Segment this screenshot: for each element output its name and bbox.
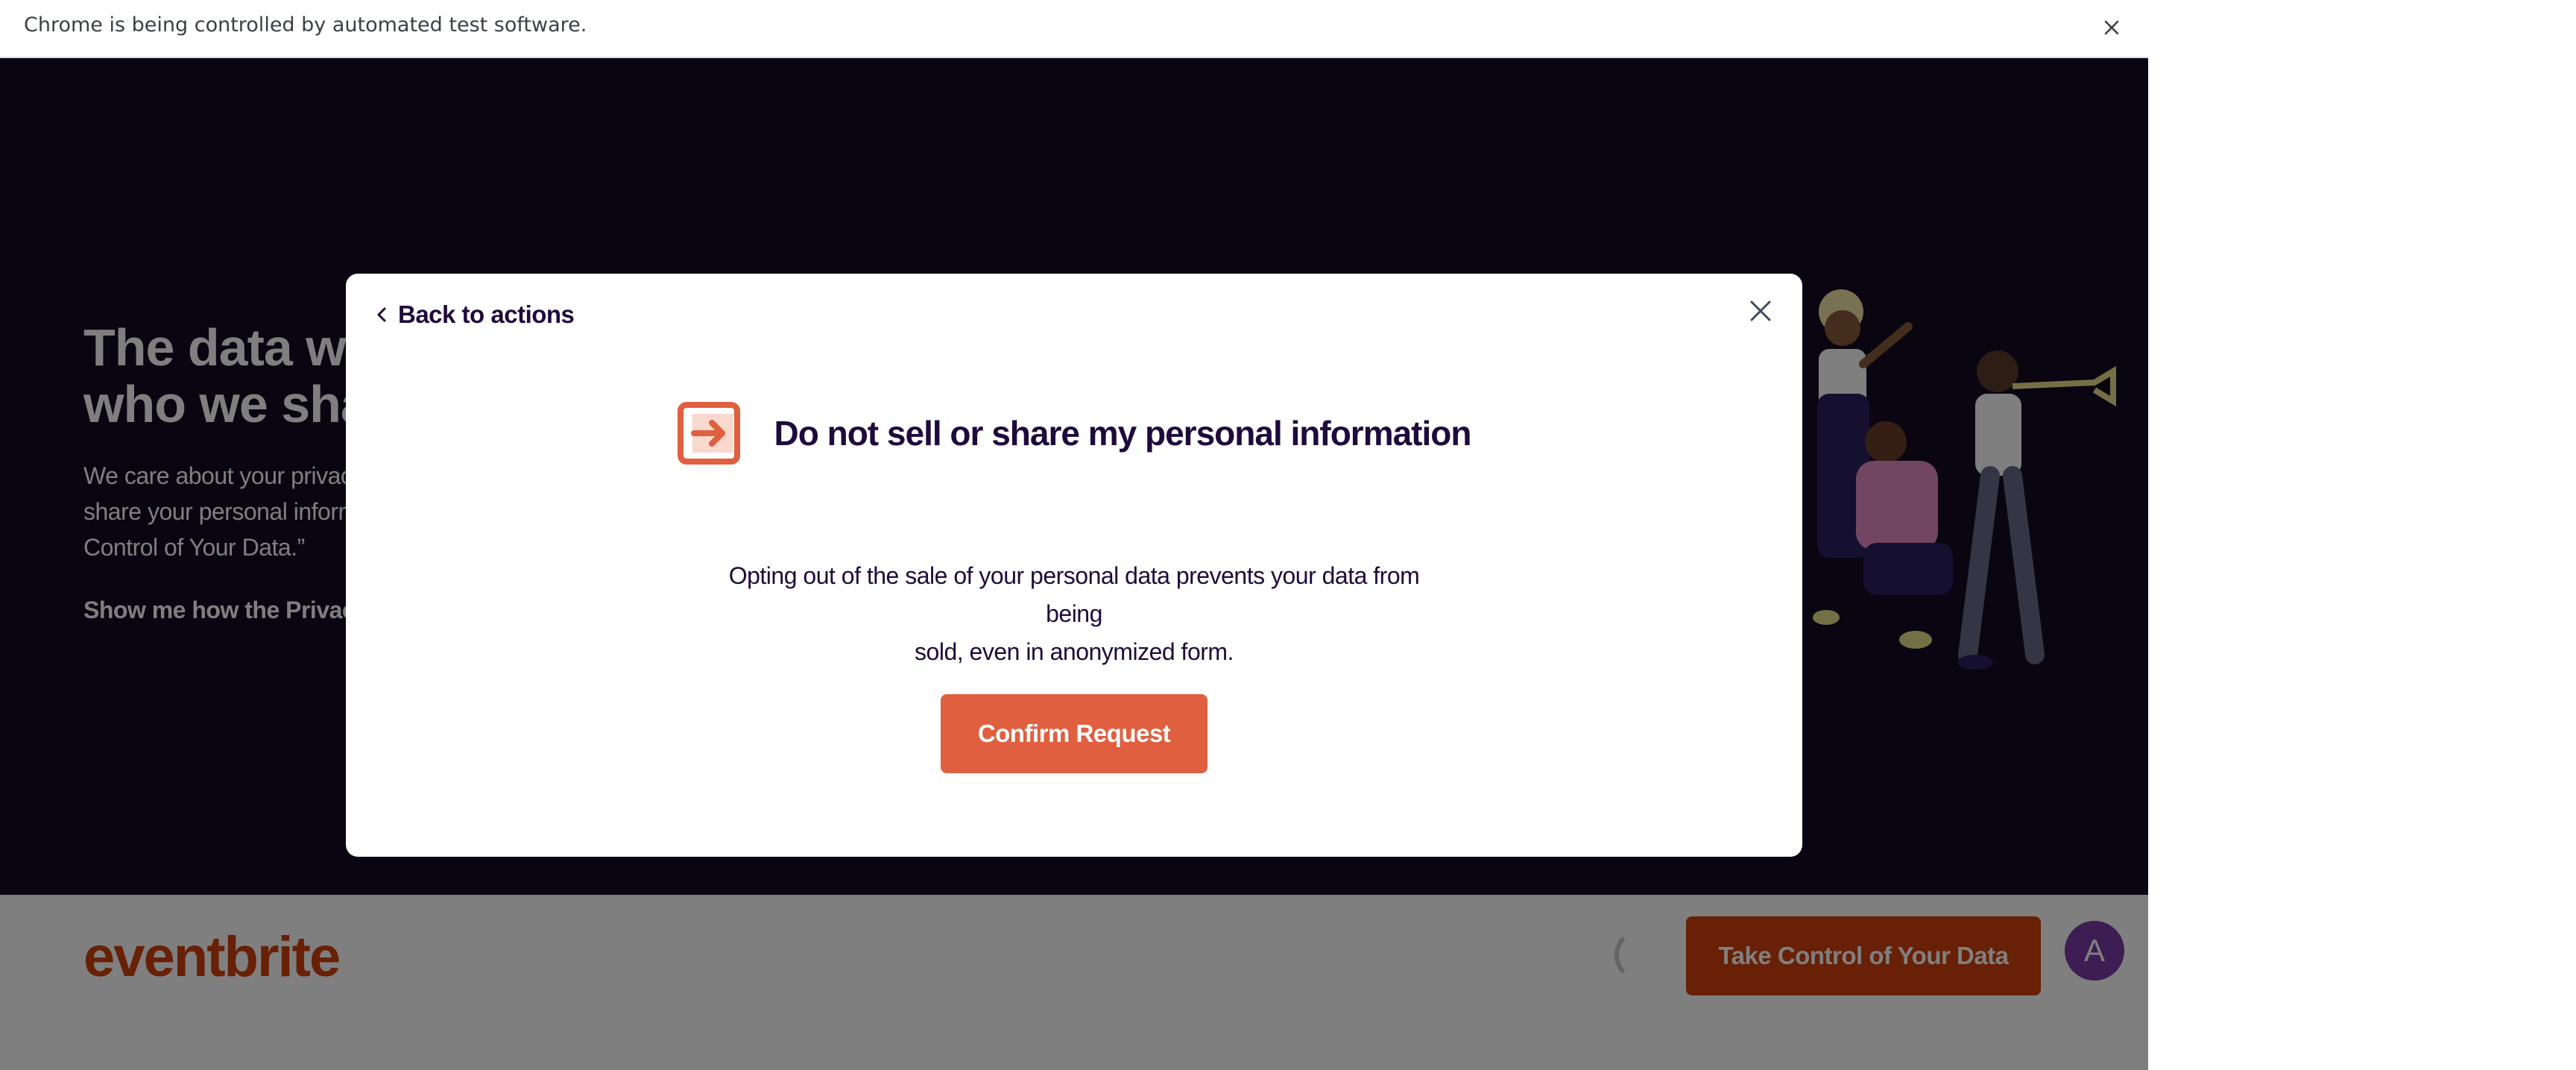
modal-close-button[interactable] [1744,295,1777,327]
infobar-close-button[interactable] [2094,10,2129,45]
opt-out-modal: Back to actions Do not sell or share my … [346,274,1802,857]
automation-infobar: Chrome is being controlled by automated … [0,0,2148,58]
arrow-exit-icon [677,402,740,465]
modal-description: Opting out of the sale of your personal … [701,557,1447,671]
modal-heading-row: Do not sell or share my personal informa… [346,402,1802,465]
page-viewport: The data we who we shar We care about yo… [0,58,2148,1070]
description-line: sold, even in anonymized form. [915,638,1234,665]
infobar-text: Chrome is being controlled by automated … [24,13,587,37]
back-label: Back to actions [398,300,575,328]
close-icon [2104,20,2119,35]
confirm-request-button[interactable]: Confirm Request [941,694,1208,773]
chevron-left-icon [377,307,386,322]
modal-heading: Do not sell or share my personal informa… [774,414,1472,453]
back-to-actions-link[interactable]: Back to actions [376,300,575,329]
close-icon [1750,300,1771,321]
description-line: Opting out of the sale of your personal … [728,562,1420,627]
